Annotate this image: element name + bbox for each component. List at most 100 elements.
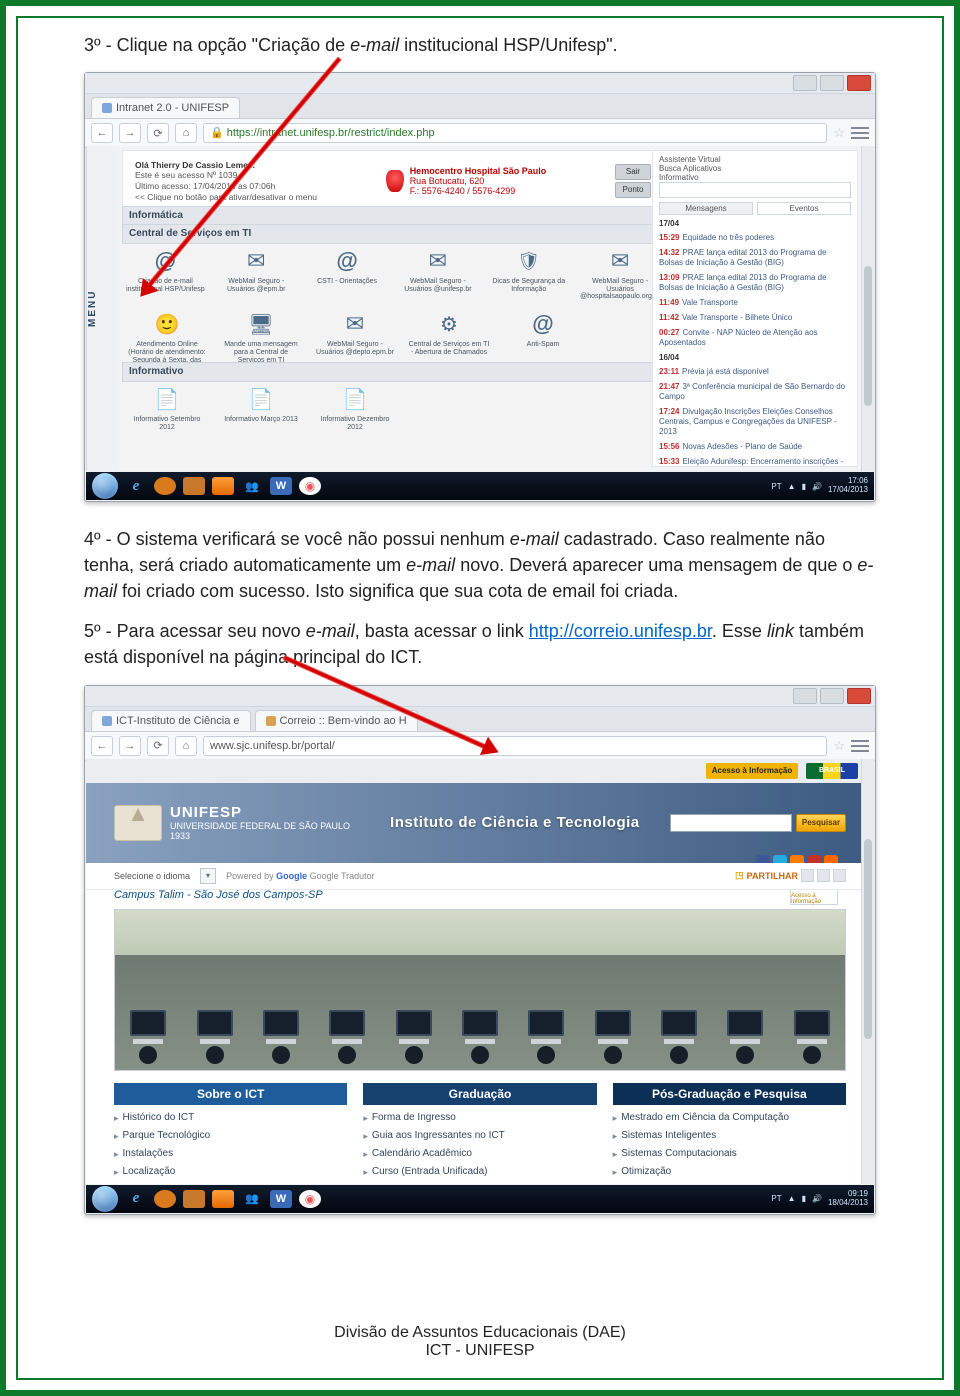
menu-sidebar[interactable]: MENU — [86, 146, 119, 471]
scrollbar-thumb[interactable] — [864, 839, 872, 1039]
tray-lang[interactable]: PT — [771, 482, 781, 491]
browser-tab[interactable]: ICT-Instituto de Ciência e — [91, 710, 251, 731]
search-input[interactable] — [670, 814, 792, 832]
sair-button[interactable]: Sair — [615, 164, 651, 180]
service-item-criacao-email[interactable]: Criação de e-mail institucional HSP/Unif… — [126, 246, 205, 301]
nav-home-button[interactable]: ⌂ — [175, 123, 197, 143]
service-item-webmail-epm[interactable]: WebMail Seguro - Usuários @epm.br — [217, 246, 296, 301]
news-link[interactable]: Informativo — [659, 173, 851, 182]
tray-flag-icon[interactable]: ▲ — [788, 482, 796, 491]
window-maximize-button[interactable] — [820, 75, 844, 91]
nav-link[interactable]: Bacharelado em Ciência e Tecnologia — [363, 1181, 596, 1184]
taskbar-explorer-icon[interactable] — [183, 1190, 205, 1208]
correio-link[interactable]: http://correio.unifesp.br — [529, 621, 712, 641]
unifesp-logo[interactable]: UNIFESP UNIVERSIDADE FEDERAL DE SÃO PAUL… — [114, 804, 350, 842]
nav-link[interactable]: Sistemas Inteligentes — [613, 1127, 846, 1145]
news-tab-mensagens[interactable]: Mensagens — [659, 202, 753, 215]
news-item[interactable]: 17:24Divulgação Inscrições Eleições Cons… — [659, 407, 851, 437]
nav-link[interactable]: Forma de Ingresso — [363, 1109, 596, 1127]
nav-link[interactable]: Localização — [114, 1163, 347, 1181]
nav-home-button[interactable]: ⌂ — [175, 736, 197, 756]
window-minimize-button[interactable] — [793, 75, 817, 91]
window-maximize-button[interactable] — [820, 688, 844, 704]
service-item-webmail-unifesp[interactable]: WebMail Seguro - Usuários @unifesp.br — [398, 246, 477, 301]
news-item[interactable]: 15:56Novas Adesões - Plano de Saúde — [659, 442, 851, 452]
news-search-input[interactable] — [659, 182, 851, 198]
share-icon[interactable] — [817, 869, 830, 882]
nav-link[interactable]: Histórico do ICT — [114, 1109, 347, 1127]
news-item[interactable]: 00:27Convite - NAP Núcleo de Atenção aos… — [659, 328, 851, 348]
nav-link[interactable]: Otimização — [613, 1163, 846, 1181]
service-item-info-mar2013[interactable]: Informativo Março 2013 — [220, 384, 302, 431]
browser-tab[interactable]: Correio :: Bem-vindo ao H — [255, 710, 418, 731]
tray-lang[interactable]: PT — [771, 1194, 781, 1203]
tray-net-icon[interactable]: ▮ — [802, 1194, 806, 1203]
share-icon[interactable] — [833, 869, 846, 882]
start-button[interactable] — [92, 473, 118, 499]
nav-link[interactable]: Instalações — [114, 1145, 347, 1163]
news-item[interactable]: 14:32PRAE lança edital 2013 do Programa … — [659, 248, 851, 268]
acesso-informacao-button[interactable]: Acesso à Informação — [706, 763, 798, 779]
nav-link[interactable]: Curso (Entrada Unificada) — [363, 1163, 596, 1181]
taskbar-firefox-icon[interactable] — [154, 1190, 176, 1208]
nav-link[interactable]: Sistemas Computacionais — [613, 1145, 846, 1163]
taskbar-chrome-icon[interactable] — [299, 1190, 321, 1208]
news-tab-eventos[interactable]: Eventos — [757, 202, 851, 215]
bookmark-star-icon[interactable]: ☆ — [833, 738, 845, 754]
service-item-webmail-hsp[interactable]: WebMail Seguro - Usuários @hospitalsaopa… — [580, 246, 660, 301]
tray-flag-icon[interactable]: ▲ — [788, 1194, 796, 1203]
news-item[interactable]: 15:29Equidade no três poderes — [659, 233, 851, 243]
window-minimize-button[interactable] — [793, 688, 817, 704]
share-icon[interactable] — [801, 869, 814, 882]
nav-link[interactable]: Parque Tecnológico — [114, 1127, 347, 1145]
news-item[interactable]: 23:11Prévia já está disponível — [659, 367, 851, 377]
news-link[interactable]: Busca Aplicativos — [659, 164, 851, 173]
news-item[interactable]: 11:49Vale Transporte — [659, 298, 851, 308]
taskbar-wmp-icon[interactable] — [212, 477, 234, 495]
menu-button[interactable] — [851, 740, 869, 752]
service-item-seguranca[interactable]: Dicas de Segurança da Informação — [489, 246, 568, 301]
nav-link[interactable]: Contatos — [114, 1181, 347, 1184]
tray-sound-icon[interactable]: 🔊 — [812, 1194, 822, 1203]
scrollbar[interactable] — [861, 146, 874, 471]
browser-tab[interactable]: Intranet 2.0 - UNIFESP — [91, 97, 240, 118]
nav-link[interactable]: Mestrado e Doutorado em Engenharia e Ciê… — [613, 1181, 846, 1184]
news-item[interactable]: 15:33Eleição Adunifesp: Encerramento ins… — [659, 457, 851, 467]
tray-sound-icon[interactable]: 🔊 — [812, 482, 822, 491]
lang-dropdown[interactable]: ▾ — [200, 868, 216, 884]
taskbar-wmp-icon[interactable] — [212, 1190, 234, 1208]
url-input[interactable]: www.sjc.unifesp.br/portal/ — [203, 736, 827, 756]
tray-clock[interactable]: 09:19 18/04/2013 — [828, 1190, 868, 1208]
scrollbar[interactable] — [861, 759, 874, 1184]
brasil-button[interactable]: BRASIL — [806, 763, 858, 779]
taskbar-chrome-icon[interactable] — [299, 477, 321, 495]
news-item[interactable]: 11:42Vale Transporte - Bilhete Único — [659, 313, 851, 323]
search-button[interactable]: Pesquisar — [796, 814, 846, 832]
start-button[interactable] — [92, 1186, 118, 1212]
nav-back-button[interactable]: ← — [91, 736, 113, 756]
ponto-button[interactable]: Ponto — [615, 182, 651, 198]
taskbar-explorer-icon[interactable] — [183, 477, 205, 495]
window-close-button[interactable] — [847, 75, 871, 91]
nav-forward-button[interactable]: → — [119, 736, 141, 756]
nav-reload-button[interactable]: ⟳ — [147, 123, 169, 143]
taskbar-ie-icon[interactable] — [125, 1190, 147, 1208]
tray-clock[interactable]: 17:06 17/04/2013 — [828, 477, 868, 495]
service-item-info-set2012[interactable]: Informativo Setembro 2012 — [126, 384, 208, 431]
taskbar-word-icon[interactable] — [270, 477, 292, 495]
nav-forward-button[interactable]: → — [119, 123, 141, 143]
tray-net-icon[interactable]: ▮ — [802, 482, 806, 491]
nav-link[interactable]: Mestrado em Ciência da Computação — [613, 1109, 846, 1127]
nav-back-button[interactable]: ← — [91, 123, 113, 143]
taskbar-word-icon[interactable] — [270, 1190, 292, 1208]
taskbar-msn-icon[interactable] — [241, 1190, 263, 1208]
service-item-csti[interactable]: CSTI - Orientações — [308, 246, 387, 301]
url-input[interactable]: 🔒https://intranet.unifesp.br/restrict/in… — [203, 123, 827, 143]
menu-button[interactable] — [851, 127, 869, 139]
bookmark-star-icon[interactable]: ☆ — [833, 125, 845, 141]
nav-reload-button[interactable]: ⟳ — [147, 736, 169, 756]
nav-link[interactable]: Guia aos Ingressantes no ICT — [363, 1127, 596, 1145]
news-link[interactable]: Assistente Virtual — [659, 155, 851, 164]
taskbar-msn-icon[interactable] — [241, 477, 263, 495]
nav-link[interactable]: Calendário Acadêmico — [363, 1145, 596, 1163]
